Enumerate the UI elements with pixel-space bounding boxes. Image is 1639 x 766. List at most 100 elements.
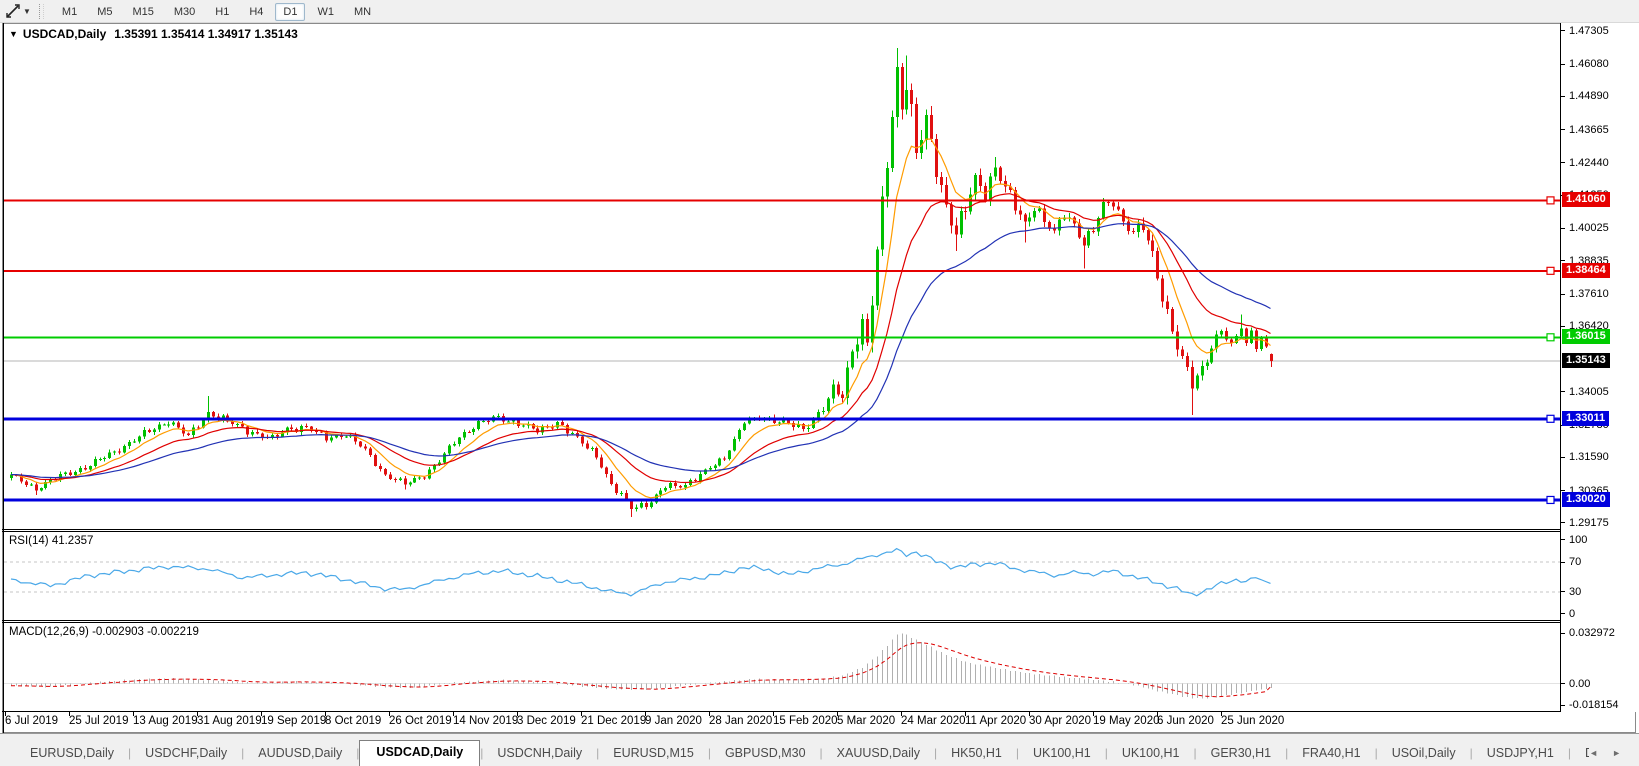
macd-axis-tick: 0.00 (1569, 678, 1590, 691)
price-axis-tick: 1.43665 (1569, 124, 1609, 137)
chart-title: ▼USDCAD,Daily1.35391 1.35414 1.34917 1.3… (9, 27, 298, 41)
timeframe-button-h4[interactable]: H4 (241, 3, 271, 21)
date-axis-label: 19 May 2020 (1093, 715, 1160, 727)
price-axis-tick-mark (1561, 129, 1565, 130)
rsi-axis-tick-mark (1561, 562, 1565, 563)
price-axis-tick: 1.40025 (1569, 222, 1609, 235)
line-handle[interactable] (1547, 415, 1554, 422)
macd-label: MACD(12,26,9) -0.002903 -0.002219 (9, 626, 199, 638)
date-axis-label: 13 Aug 2019 (133, 715, 198, 727)
tabs-scroll-right-icon[interactable]: ► (1612, 748, 1621, 758)
tab-usdchf-daily[interactable]: USDCHF,Daily (131, 742, 241, 766)
pane-separator[interactable] (2, 529, 1637, 530)
tab-ger30-h1[interactable]: GER30,H1 (1197, 742, 1285, 766)
price-axis-tick: 1.31590 (1569, 451, 1609, 464)
chart-tab-bar: EURUSD,Daily|USDCHF,Daily|AUDUSD,Daily|U… (0, 733, 1639, 766)
tab-eurusd-m15[interactable]: EURUSD,M15 (599, 742, 708, 766)
line-handle[interactable] (1547, 197, 1554, 204)
macd-axis-tick-mark (1561, 633, 1565, 634)
main-price-pane[interactable] (4, 24, 1560, 529)
macd-canvas (4, 623, 1560, 711)
timeframe-button-h1[interactable]: H1 (207, 3, 237, 21)
chart-menu-icon[interactable]: ▼ (9, 29, 18, 39)
crosshair-tool-icon (5, 3, 21, 19)
timeframe-button-m15[interactable]: M15 (124, 3, 161, 21)
tab-uk100-h1[interactable]: UK100,H1 (1108, 742, 1194, 766)
current-price-label: 1.35143 (1562, 353, 1610, 368)
price-axis-tick: 1.46080 (1569, 58, 1609, 71)
tabs-scroll-left-icon[interactable]: ◄ (1589, 748, 1598, 758)
price-axis-tick: 1.42440 (1569, 157, 1609, 170)
date-axis-label: 21 Dec 2019 (581, 715, 646, 727)
date-axis-label: 25 Jul 2019 (69, 715, 128, 727)
tab-uk100-h1[interactable]: UK100,H1 (1019, 742, 1105, 766)
tab-audusd-daily[interactable]: AUDUSD,Daily (244, 742, 356, 766)
chart-ohlc-values: 1.35391 1.35414 1.34917 1.35143 (114, 27, 298, 41)
dropdown-caret-icon: ▼ (23, 7, 31, 16)
tab-scroll-arrows: ◄ ► (1589, 748, 1621, 758)
tab-usdjpy-h1[interactable]: USDJPY,H1 (1473, 742, 1568, 766)
tab-usoil-daily[interactable]: USOil,Daily (1378, 742, 1470, 766)
tab-xauusd-daily[interactable]: XAUUSD,Daily (823, 742, 934, 766)
rsi-axis-tick-mark (1561, 591, 1565, 592)
date-axis[interactable]: 6 Jul 2019 25 Jul 2019 13 Aug 201931 Aug 2… (4, 712, 1560, 732)
timeframe-button-m1[interactable]: M1 (54, 3, 85, 21)
macd-axis-tick: 0.032972 (1569, 627, 1615, 640)
date-axis-label: 5 Mar 2020 (837, 715, 895, 727)
price-axis-tick-mark (1561, 522, 1565, 523)
price-axis[interactable]: 1.473051.460801.448901.436651.424401.412… (1561, 23, 1639, 712)
macd-axis-tick: -0.018154 (1569, 699, 1619, 712)
price-line-label: 1.30020 (1562, 492, 1610, 507)
date-axis-label: 24 Mar 2020 (901, 715, 966, 727)
mt4-application-window: ▼ M1M5M15M30H1H4D1W1MN ▼USDCAD,Daily1.35… (0, 0, 1639, 766)
price-axis-tick: 1.44890 (1569, 90, 1609, 103)
tab-eurusd-daily[interactable]: EURUSD,Daily (16, 742, 128, 766)
price-axis-tick-mark (1561, 228, 1565, 229)
price-line-label: 1.33011 (1562, 411, 1609, 426)
price-axis-tick: 1.34005 (1569, 386, 1609, 399)
macd-indicator-pane[interactable] (4, 623, 1560, 711)
tab-usdcad-daily[interactable]: USDCAD,Daily (359, 740, 480, 766)
price-axis-tick: 1.29175 (1569, 517, 1609, 530)
price-line-label: 1.36015 (1562, 329, 1610, 344)
toolbar-grip (39, 4, 44, 19)
line-handle[interactable] (1547, 267, 1554, 274)
line-handle[interactable] (1547, 496, 1554, 503)
price-axis-tick-mark (1561, 391, 1565, 392)
date-axis-label: 14 Nov 2019 (453, 715, 518, 727)
timeframe-button-w1[interactable]: W1 (309, 3, 342, 21)
price-line-label: 1.38464 (1562, 263, 1610, 278)
date-axis-label: 8 Oct 2019 (325, 715, 381, 727)
date-axis-label: 30 Apr 2020 (1029, 715, 1091, 727)
date-axis-label: 9 Jan 2020 (645, 715, 702, 727)
timeframe-button-d1[interactable]: D1 (275, 3, 305, 21)
timeframes-toolbar: ▼ M1M5M15 M30H1H4D1W1MN (0, 0, 1639, 23)
rsi-indicator-pane[interactable] (4, 532, 1560, 620)
tab-dj30-m15[interactable]: DJ30,M15 (1571, 742, 1589, 766)
tab-hk50-h1[interactable]: HK50,H1 (937, 742, 1016, 766)
date-axis-label: 6 Jul 2019 (5, 715, 58, 727)
timeframe-button-m5[interactable]: M5 (89, 3, 120, 21)
date-axis-label: 31 Aug 2019 (197, 715, 262, 727)
date-axis-label: 19 Sep 2019 (261, 715, 326, 727)
price-axis-tick-mark (1561, 490, 1565, 491)
timeframe-button-m30[interactable]: M30 (166, 3, 203, 21)
line-handle[interactable] (1547, 334, 1554, 341)
timeframe-button-mn[interactable]: MN (346, 3, 379, 21)
timeframe-buttons: M1M5M15 M30H1H4D1W1MN (52, 2, 381, 20)
rsi-axis-tick-mark (1561, 539, 1565, 540)
moving-average-40 (11, 224, 1271, 478)
date-axis-label: 25 Jun 2020 (1221, 715, 1284, 727)
date-axis-label: 11 Apr 2020 (965, 715, 1026, 727)
rsi-axis-tick: 100 (1569, 534, 1587, 547)
tab-gbpusd-m30[interactable]: GBPUSD,M30 (711, 742, 820, 766)
date-axis-label: 3 Dec 2019 (517, 715, 576, 727)
date-axis-label: 28 Jan 2020 (709, 715, 772, 727)
chart-tools-button[interactable]: ▼ (5, 3, 35, 19)
pane-separator[interactable] (2, 620, 1637, 621)
price-axis-tick-mark (1561, 96, 1565, 97)
price-axis-tick-mark (1561, 64, 1565, 65)
tab-fra40-h1[interactable]: FRA40,H1 (1288, 742, 1374, 766)
price-axis-tick-mark (1561, 457, 1565, 458)
tab-usdcnh-daily[interactable]: USDCNH,Daily (483, 742, 596, 766)
